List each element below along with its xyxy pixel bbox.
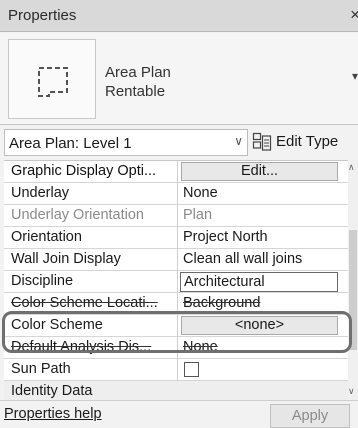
apply-button[interactable]: Apply: [270, 404, 350, 428]
properties-help-link[interactable]: Properties help: [4, 406, 102, 422]
default-analysis-display-value[interactable]: None: [179, 337, 348, 359]
property-name: Orientation: [4, 227, 178, 249]
panel-title: Properties: [8, 7, 77, 24]
footer: Properties help Apply: [0, 400, 358, 428]
property-row: Wall Join Display Clean all wall joins: [4, 249, 348, 271]
property-name: Sun Path: [4, 359, 178, 381]
instance-row: Area Plan: Level 1 ∨ Edit Type: [0, 129, 358, 157]
properties-grid: Graphic Display Opti... Edit... Underlay…: [4, 160, 348, 400]
property-row: Color Scheme <none>: [4, 315, 348, 337]
close-icon[interactable]: ×: [350, 5, 358, 25]
color-scheme-location-value[interactable]: Background: [179, 293, 348, 315]
property-row: Orientation Project North: [4, 227, 348, 249]
scroll-up-icon[interactable]: ∧: [348, 162, 355, 173]
property-name: Underlay Orientation: [4, 205, 178, 227]
edit-type-label: Edit Type: [276, 133, 339, 150]
property-name: Graphic Display Opti...: [4, 161, 178, 183]
property-row: Default Analysis Dis... None: [4, 337, 348, 359]
group-row-identity-data[interactable]: Identity Data: [4, 381, 348, 400]
properties-panel: Properties × Area Plan Rentable ▾ Area P…: [0, 0, 358, 428]
property-row: Color Scheme Locati... Background: [4, 293, 348, 315]
scrollbar-thumb[interactable]: [349, 230, 357, 350]
property-name: Wall Join Display: [4, 249, 178, 271]
instance-dropdown[interactable]: Area Plan: Level 1 ∨: [4, 129, 248, 156]
type-selector[interactable]: Area Plan Rentable ▾: [0, 33, 358, 125]
edit-type-icon: [252, 132, 272, 151]
property-row: Sun Path: [4, 359, 348, 381]
orientation-value[interactable]: Project North: [179, 227, 348, 249]
chevron-down-icon[interactable]: ▾: [352, 69, 358, 83]
group-label: Identity Data: [11, 383, 93, 399]
underlay-value[interactable]: None: [179, 183, 348, 205]
type-value: Rentable: [105, 83, 166, 100]
scroll-down-icon[interactable]: ∨: [348, 386, 355, 397]
title-bar: Properties ×: [0, 0, 358, 32]
sun-path-checkbox[interactable]: [184, 362, 199, 377]
chevron-down-icon: ∨: [234, 134, 243, 148]
property-name: Color Scheme: [4, 315, 178, 337]
property-name: Underlay: [4, 183, 178, 205]
color-scheme-button[interactable]: <none>: [181, 316, 338, 335]
property-row: Underlay None: [4, 183, 348, 205]
area-plan-icon: [8, 39, 96, 119]
property-name: Discipline: [4, 271, 178, 293]
property-row: Discipline Architectural: [4, 271, 348, 293]
property-name: Default Analysis Dis...: [4, 337, 178, 359]
edit-graphic-display-button[interactable]: Edit...: [181, 162, 338, 181]
underlay-orientation-value: Plan: [183, 207, 213, 223]
discipline-field[interactable]: Architectural: [180, 272, 338, 292]
property-row: Graphic Display Opti... Edit...: [4, 161, 348, 183]
type-name: Area Plan Rentable: [105, 63, 171, 101]
wall-join-display-value[interactable]: Clean all wall joins: [179, 249, 348, 271]
instance-label: Area Plan: Level 1: [9, 135, 132, 152]
property-row: Underlay Orientation Plan: [4, 205, 348, 227]
property-name: Color Scheme Locati...: [4, 293, 178, 315]
type-family: Area Plan: [105, 64, 171, 81]
scrollbar[interactable]: ∧ ∨: [348, 160, 358, 400]
